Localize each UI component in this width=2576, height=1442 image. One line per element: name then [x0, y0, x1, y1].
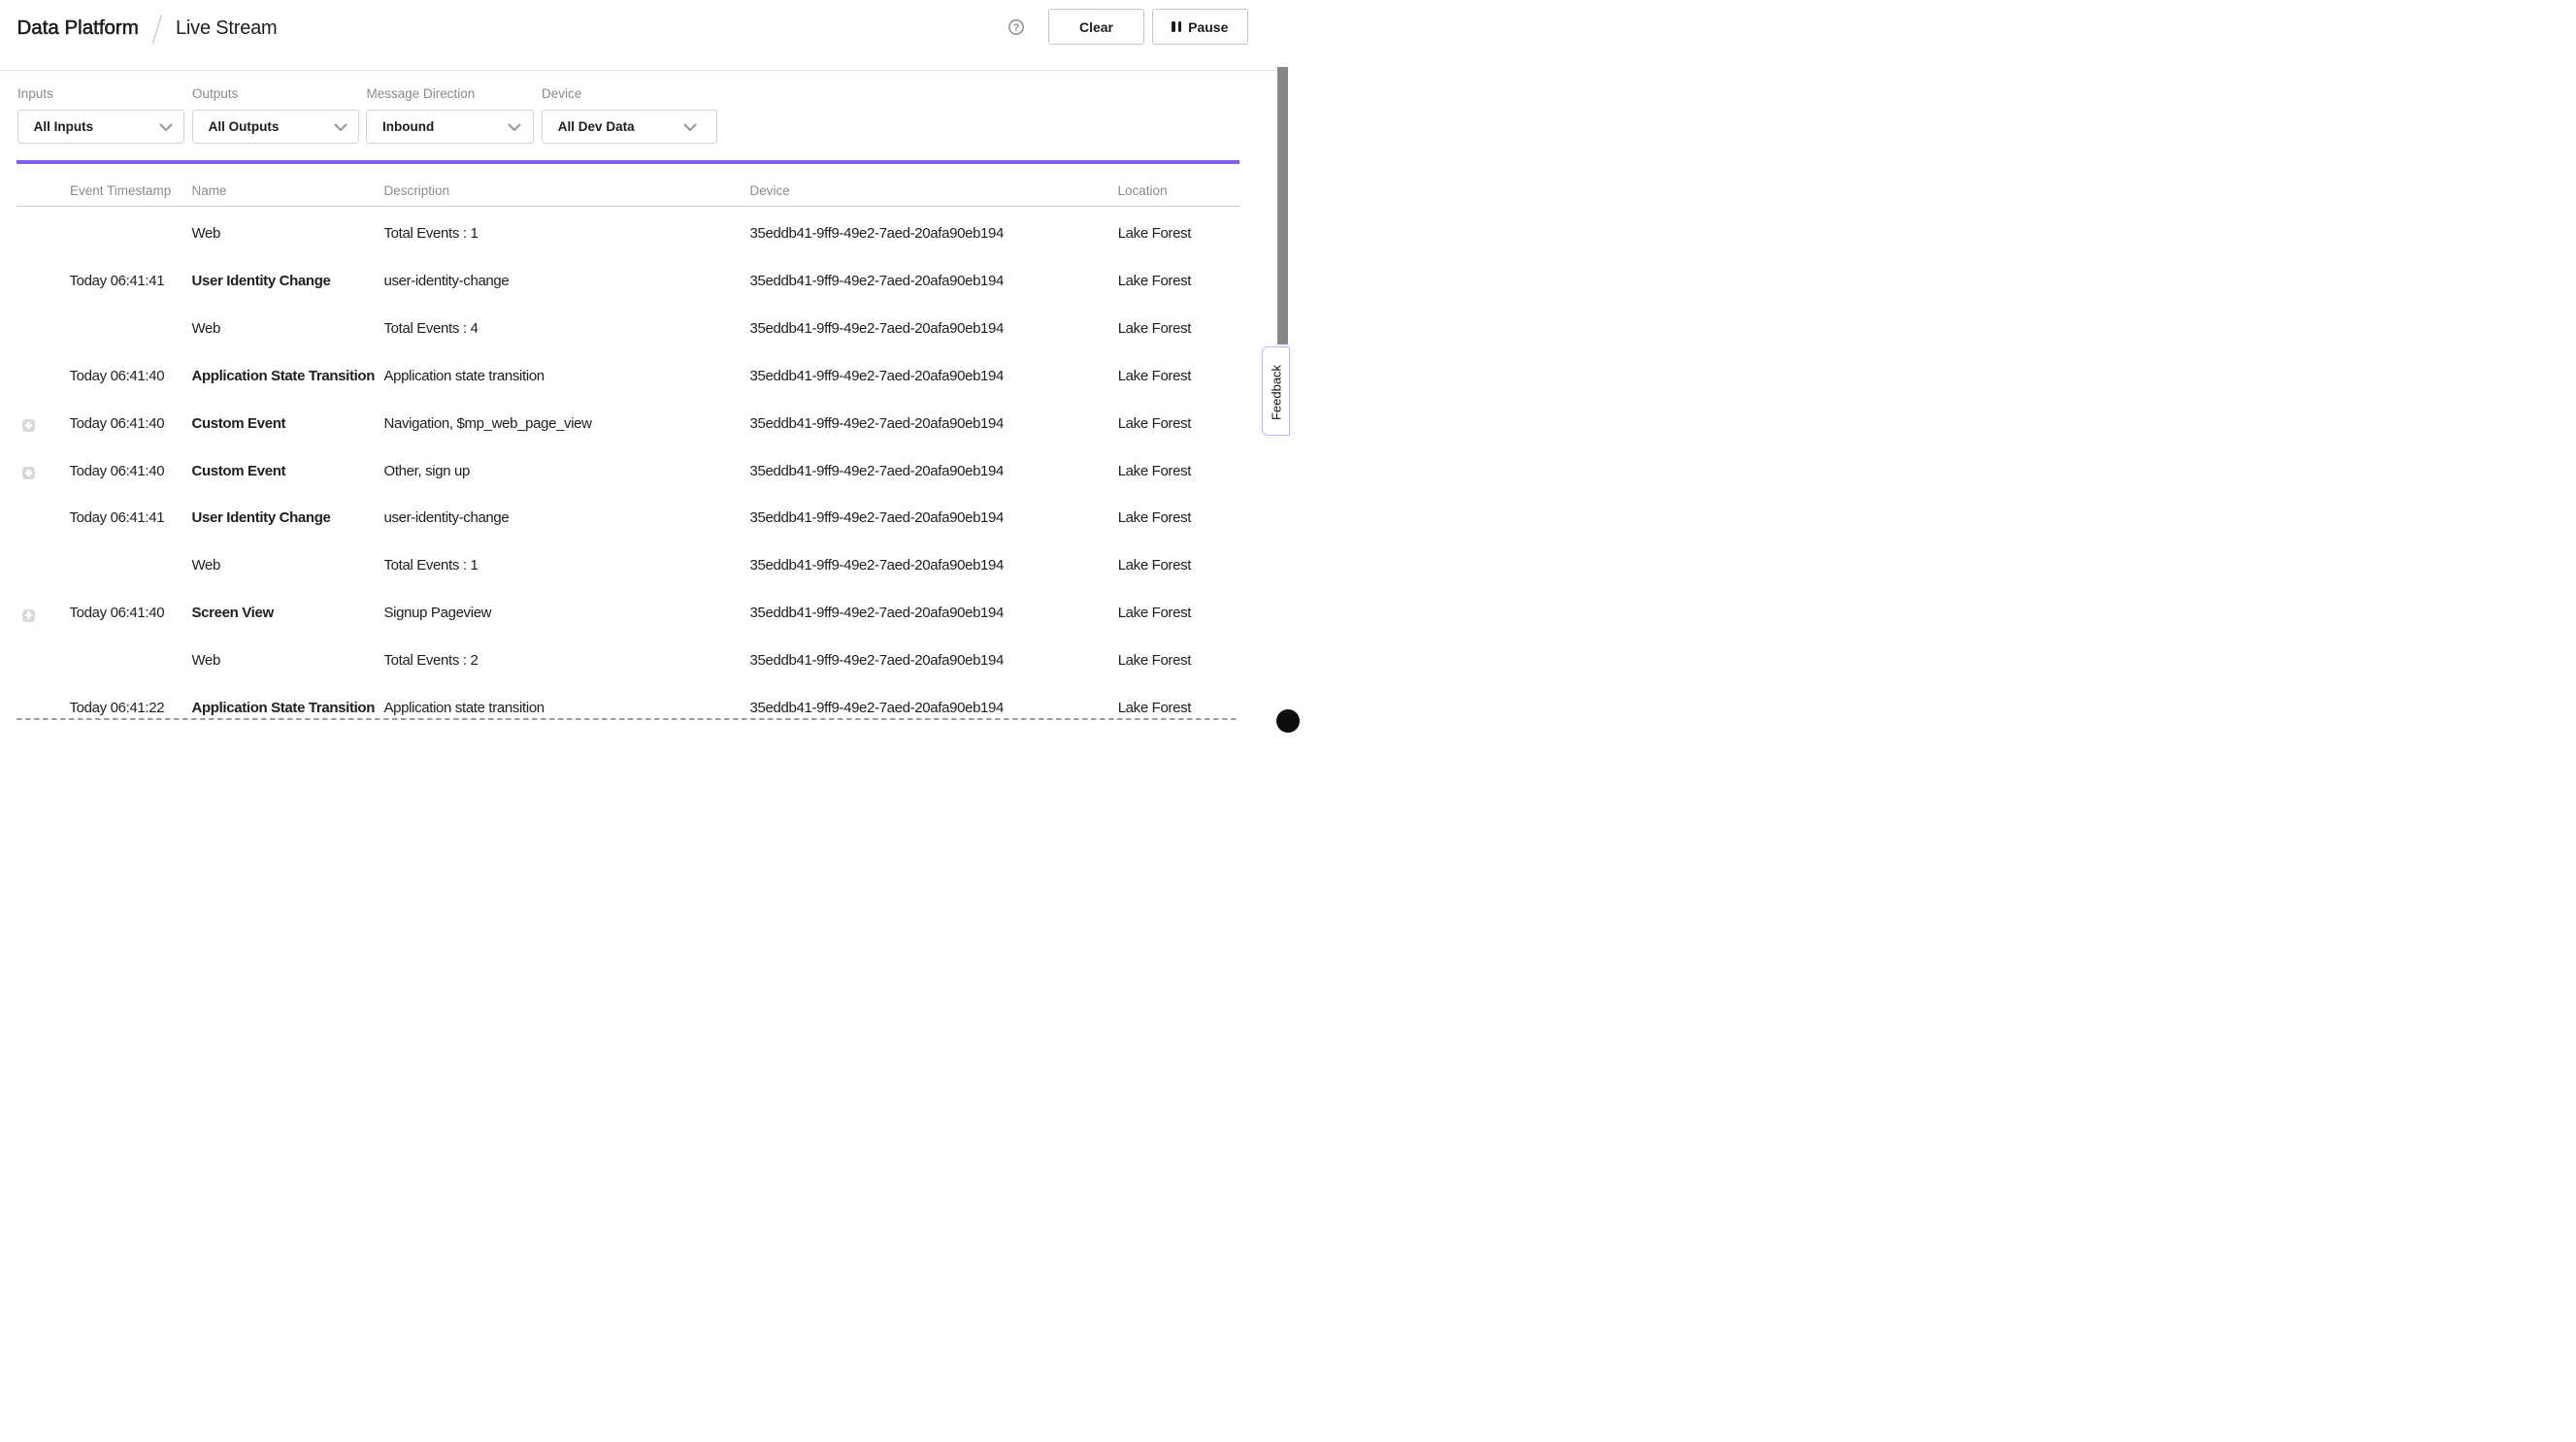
svg-text:?: ?: [1012, 22, 1019, 34]
